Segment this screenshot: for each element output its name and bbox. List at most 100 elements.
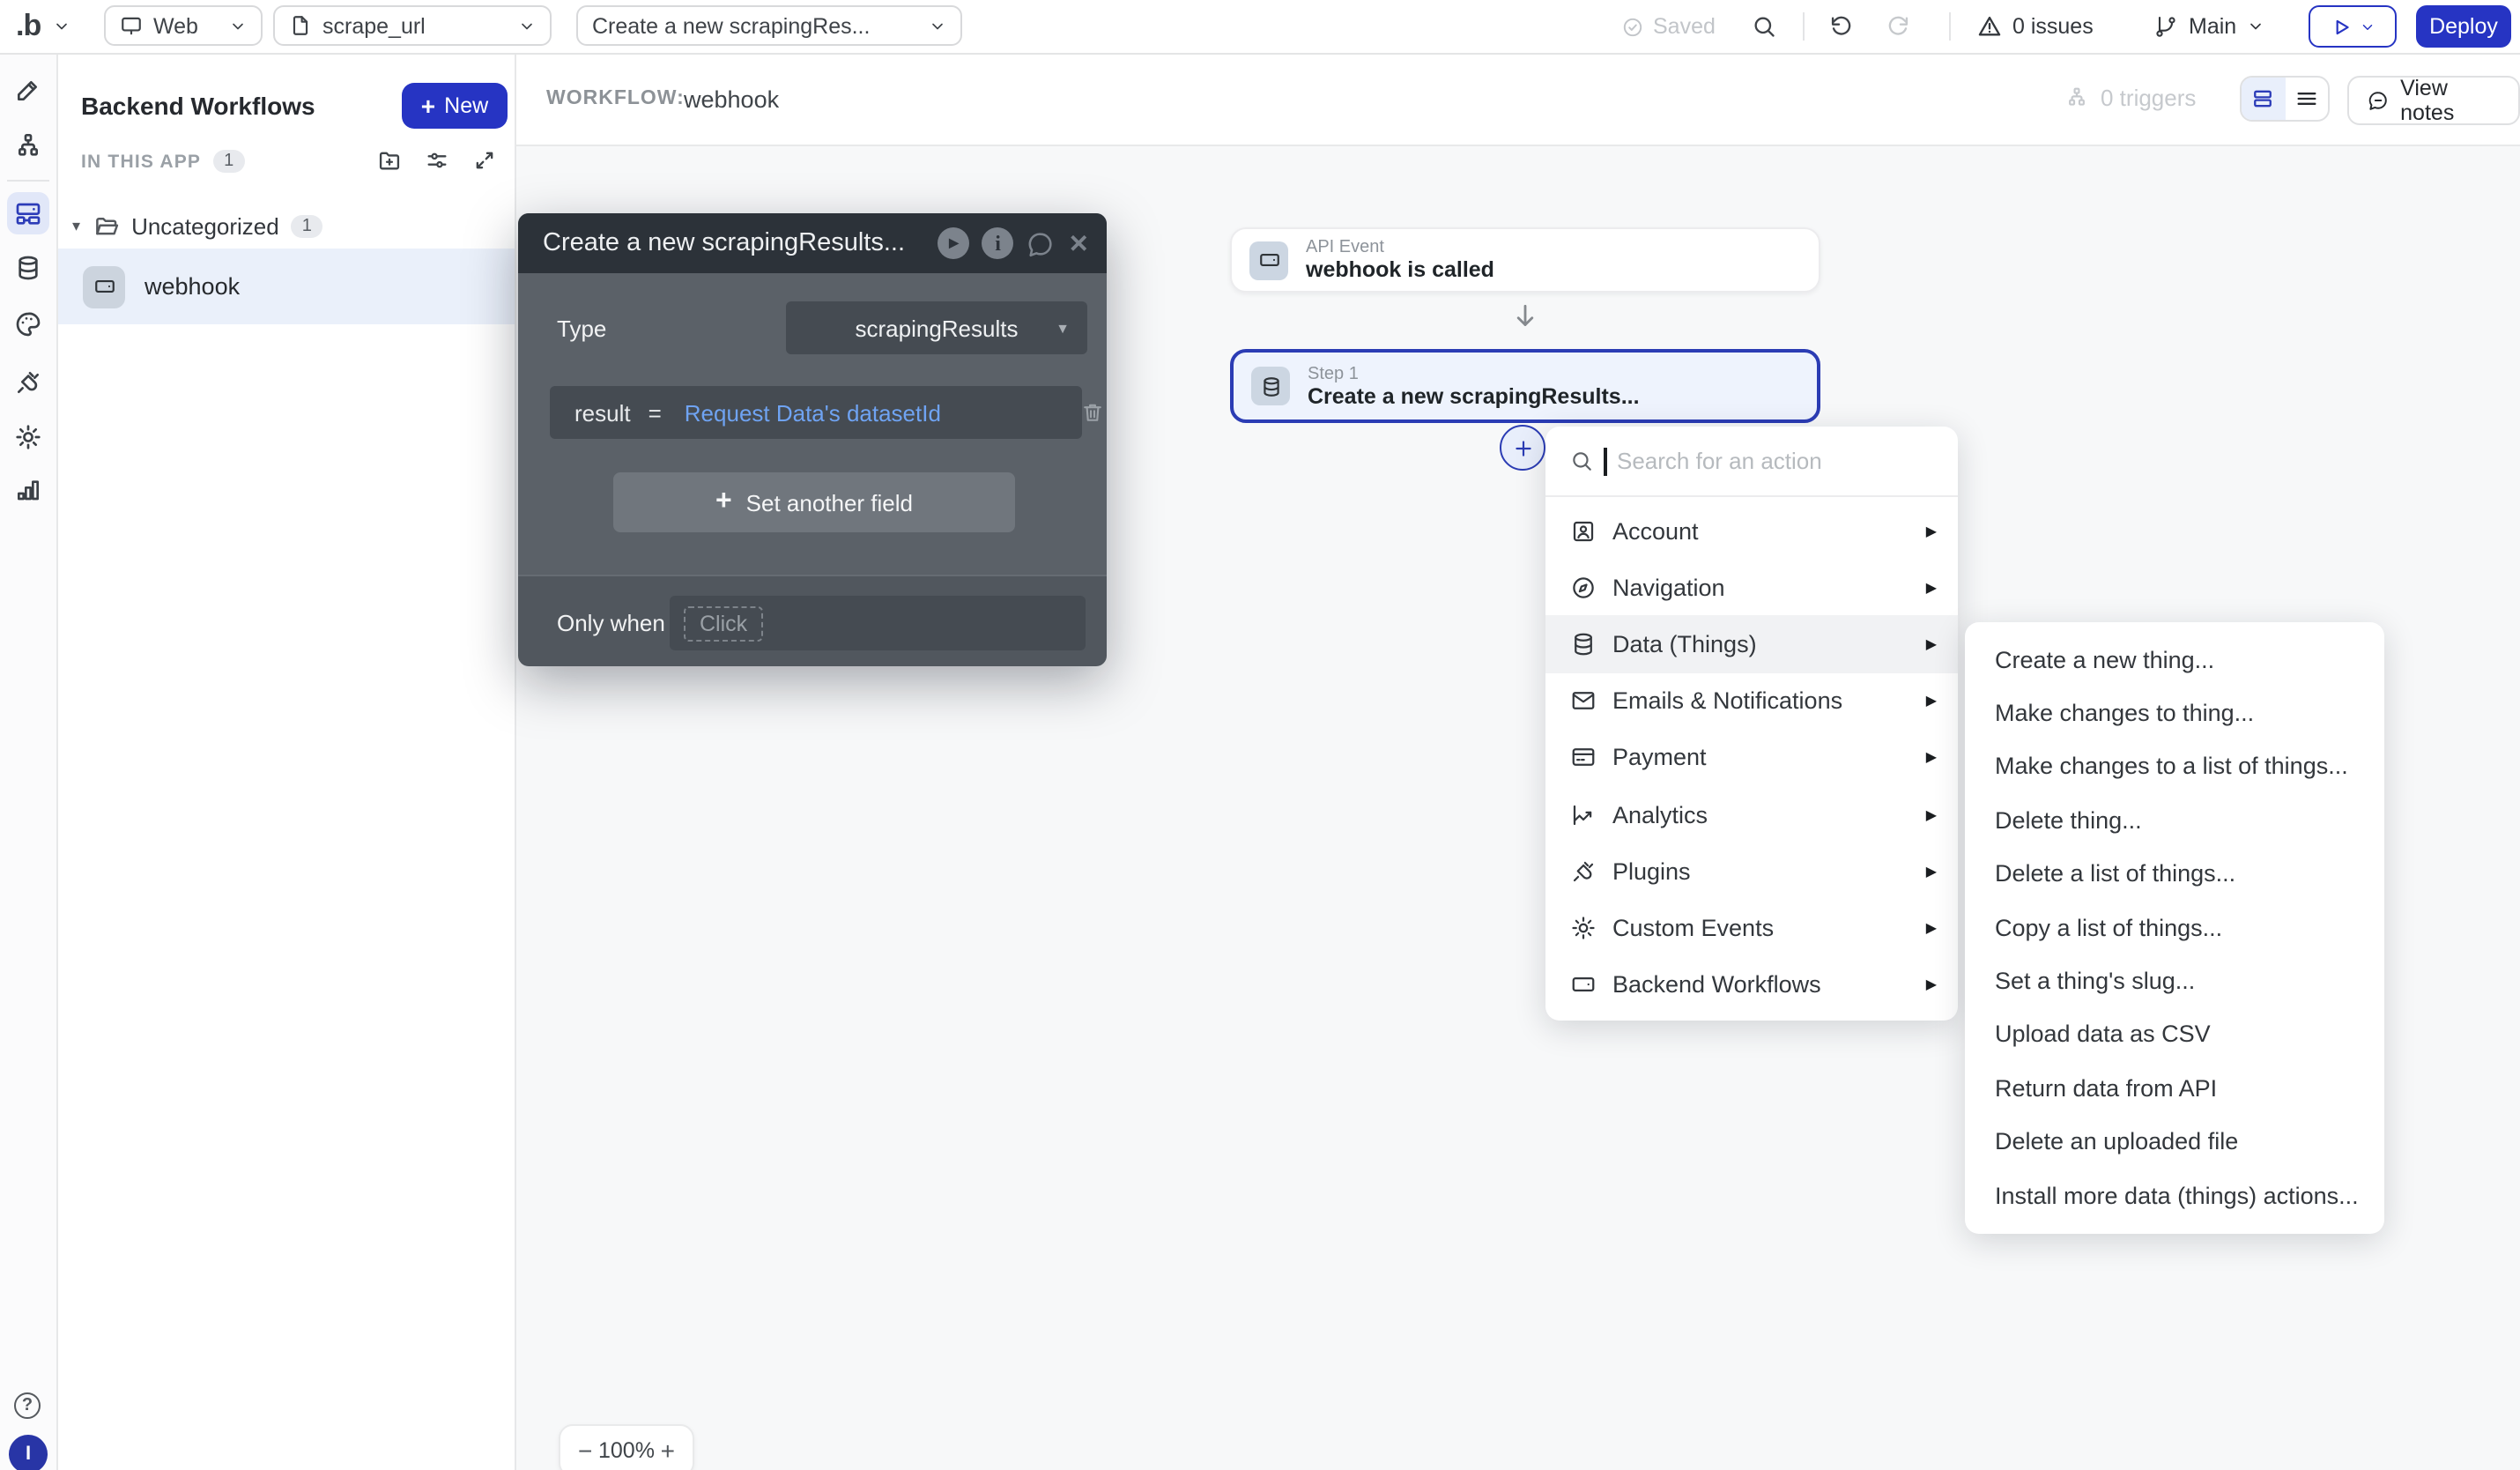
triggers-label: 0 triggers xyxy=(2101,85,2196,111)
dialog-header[interactable]: Create a new scrapingResults... ▶ i ✕ xyxy=(518,213,1107,273)
action-category-data-things[interactable]: Data (Things) ▶ xyxy=(1545,616,1958,672)
category-label: Custom Events xyxy=(1612,915,1910,941)
plugins-tab[interactable] xyxy=(0,361,56,404)
chevron-down-icon xyxy=(929,17,946,34)
page-dropdown[interactable]: scrape_url xyxy=(273,5,552,46)
trash-icon[interactable] xyxy=(1080,400,1105,425)
undo-button[interactable] xyxy=(1829,0,1854,53)
design-tab[interactable] xyxy=(0,69,56,111)
field-expression[interactable]: Request Data's datasetId xyxy=(685,399,941,426)
zoom-level: 100% xyxy=(598,1438,655,1463)
add-step-button[interactable] xyxy=(1500,425,1545,471)
step-node-selected[interactable]: Step 1 Create a new scrapingResults... xyxy=(1230,349,1820,423)
submenu-item-delete-uploaded-file[interactable]: Delete an uploaded file xyxy=(1965,1115,2384,1169)
platform-dropdown[interactable]: Web xyxy=(104,5,263,46)
preview-run-button[interactable] xyxy=(2309,5,2397,48)
comment-bubble-icon[interactable] xyxy=(1027,228,1056,258)
step-kind: Step 1 xyxy=(1308,364,1640,383)
new-workflow-button[interactable]: + New xyxy=(402,83,508,129)
gear-icon xyxy=(14,423,42,451)
step-title: Create a new scrapingResults... xyxy=(1308,383,1640,408)
search-button[interactable] xyxy=(1752,0,1776,53)
field-assignment-row[interactable]: result = Request Data's datasetId xyxy=(550,386,1082,439)
action-category-list: Account ▶ Navigation ▶ Data (Things) ▶ E… xyxy=(1545,497,1958,1013)
dialog-footer: Only when Click xyxy=(518,575,1107,666)
submenu-item-return-data-api[interactable]: Return data from API xyxy=(1965,1061,2384,1115)
workflow-list-item-webhook[interactable]: webhook xyxy=(56,249,515,324)
issues-button[interactable]: 0 issues xyxy=(1977,0,2094,53)
logs-tab[interactable] xyxy=(0,469,56,511)
info-button[interactable]: i xyxy=(982,227,1014,259)
info-icon: i xyxy=(995,230,1001,256)
card-view-button[interactable] xyxy=(2242,78,2285,120)
submenu-item-create-new-thing[interactable]: Create a new thing... xyxy=(1965,633,2384,687)
deploy-button[interactable]: Deploy xyxy=(2416,5,2511,48)
filter-sliders-icon[interactable] xyxy=(425,148,449,173)
submenu-item-install-more-actions[interactable]: Install more data (things) actions... xyxy=(1965,1169,2384,1222)
settings-tab[interactable] xyxy=(0,416,56,458)
add-folder-icon[interactable] xyxy=(377,148,402,173)
styles-tab[interactable] xyxy=(0,303,56,345)
action-category-plugins[interactable]: Plugins ▶ xyxy=(1545,843,1958,899)
play-icon xyxy=(2330,15,2353,38)
canvas-header: WORKFLOW: webhook 0 triggers View notes xyxy=(515,53,2520,146)
action-search-field[interactable]: Search for an action xyxy=(1545,427,1958,497)
submenu-item-delete-list[interactable]: Delete a list of things... xyxy=(1965,847,2384,901)
submenu-item-upload-csv[interactable]: Upload data as CSV xyxy=(1965,1007,2384,1061)
branch-selector[interactable]: Main xyxy=(2153,0,2264,53)
run-test-button[interactable]: ▶ xyxy=(938,227,970,259)
action-category-analytics[interactable]: Analytics ▶ xyxy=(1545,786,1958,843)
data-tab[interactable] xyxy=(0,247,56,289)
type-label: Type xyxy=(557,316,606,342)
git-branch-icon xyxy=(2153,14,2178,39)
action-category-account[interactable]: Account ▶ xyxy=(1545,502,1958,559)
monitor-icon xyxy=(120,14,143,37)
action-category-navigation[interactable]: Navigation ▶ xyxy=(1545,559,1958,615)
section-header: IN THIS APP 1 xyxy=(81,150,244,173)
user-avatar[interactable]: I xyxy=(9,1435,48,1470)
submenu-item-delete-thing[interactable]: Delete thing... xyxy=(1965,793,2384,847)
element-dropdown[interactable]: Create a new scrapingRes... xyxy=(576,5,962,46)
zoom-in-button[interactable]: + xyxy=(661,1437,675,1465)
event-node-api-event[interactable]: API Event webhook is called xyxy=(1230,227,1820,293)
submenu-item-make-changes-to-thing[interactable]: Make changes to thing... xyxy=(1965,687,2384,740)
action-category-payment[interactable]: Payment ▶ xyxy=(1545,730,1958,786)
set-another-field-button[interactable]: + Set another field xyxy=(613,472,1015,532)
list-view-button[interactable] xyxy=(2285,78,2328,120)
zoom-out-button[interactable]: − xyxy=(578,1437,592,1465)
submenu-item-set-slug[interactable]: Set a thing's slug... xyxy=(1965,954,2384,1008)
action-category-emails[interactable]: Emails & Notifications ▶ xyxy=(1545,672,1958,729)
backend-workflows-tab[interactable] xyxy=(7,192,49,234)
view-notes-button[interactable]: View notes xyxy=(2347,76,2520,125)
deploy-label: Deploy xyxy=(2429,14,2498,39)
only-when-condition-input[interactable]: Click xyxy=(670,596,1086,650)
action-category-backend-workflows[interactable]: Backend Workflows ▶ xyxy=(1545,956,1958,1013)
action-category-custom-events[interactable]: Custom Events ▶ xyxy=(1545,900,1958,956)
folder-name: Uncategorized xyxy=(131,212,279,239)
redo-button[interactable] xyxy=(1886,0,1910,53)
expand-icon[interactable] xyxy=(472,148,497,173)
caret-down-icon[interactable]: ▾ xyxy=(72,216,80,235)
workflow-tab[interactable] xyxy=(0,125,56,167)
bubble-logo-menu[interactable]: .b xyxy=(16,2,70,51)
event-title: webhook is called xyxy=(1306,257,1494,282)
credit-card-icon xyxy=(1570,745,1597,771)
element-value: Create a new scrapingRes... xyxy=(592,13,918,38)
branch-name: Main xyxy=(2189,14,2236,39)
step-node-icon xyxy=(1251,367,1290,405)
page-value: scrape_url xyxy=(322,13,508,38)
submenu-item-copy-list[interactable]: Copy a list of things... xyxy=(1965,901,2384,954)
close-button[interactable]: ✕ xyxy=(1069,228,1089,258)
section-count-badge: 1 xyxy=(213,150,244,173)
folder-row-uncategorized[interactable]: ▾ Uncategorized 1 xyxy=(56,203,515,249)
card-view-icon xyxy=(2251,86,2276,111)
chevron-down-icon xyxy=(518,17,536,34)
issues-count: 0 issues xyxy=(2012,14,2094,39)
type-dropdown[interactable]: scrapingResults ▼ xyxy=(786,301,1087,354)
help-button[interactable]: ? xyxy=(14,1392,41,1419)
warning-triangle-icon xyxy=(1977,14,2002,39)
submenu-arrow-icon: ▶ xyxy=(1926,523,1937,538)
submenu-item-make-changes-to-list[interactable]: Make changes to a list of things... xyxy=(1965,740,2384,794)
action-search-menu: Search for an action Account ▶ Navigatio… xyxy=(1545,427,1958,1021)
backend-workflows-icon xyxy=(14,199,42,227)
